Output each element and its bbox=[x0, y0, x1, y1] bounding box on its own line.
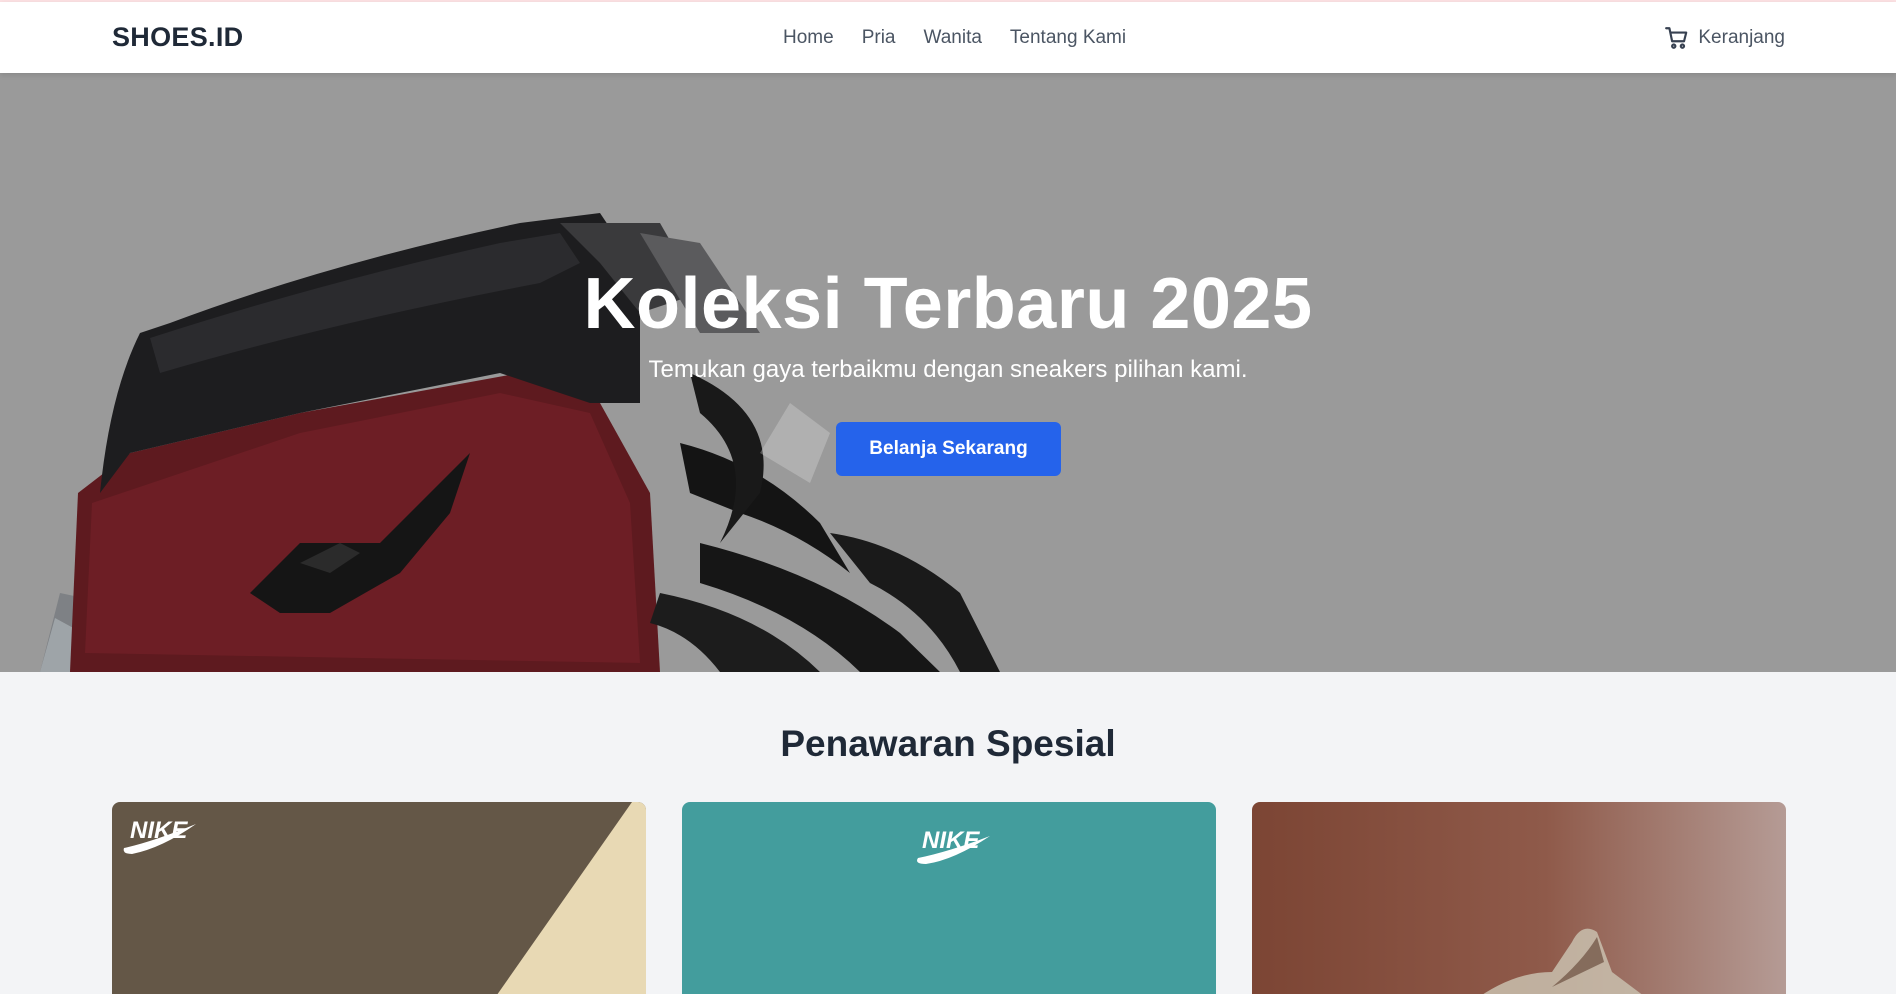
cart-icon bbox=[1665, 27, 1688, 49]
hero-banner: Koleksi Terbaru 2025 Temukan gaya terbai… bbox=[0, 73, 1896, 672]
offer-card-1-image: NIKE bbox=[123, 802, 646, 994]
cart-button[interactable]: Keranjang bbox=[1664, 25, 1785, 51]
site-header: SHOES.ID Home Pria Wanita Tentang Kami K… bbox=[0, 2, 1896, 73]
nav-home[interactable]: Home bbox=[783, 27, 834, 49]
hero-content: Koleksi Terbaru 2025 Temukan gaya terbai… bbox=[0, 73, 1896, 672]
offer-card-3[interactable] bbox=[1252, 802, 1786, 994]
hero-title: Koleksi Terbaru 2025 bbox=[583, 264, 1313, 344]
cart-label: Keranjang bbox=[1698, 27, 1785, 48]
offer-card-1[interactable]: NIKE bbox=[112, 802, 646, 994]
special-offers-title: Penawaran Spesial bbox=[780, 723, 1116, 764]
nav-wanita[interactable]: Wanita bbox=[923, 27, 981, 49]
offer-card-2[interactable]: NIKE bbox=[682, 802, 1216, 994]
site-logo[interactable]: SHOES.ID bbox=[112, 22, 243, 53]
nav-pria[interactable]: Pria bbox=[862, 27, 896, 49]
shop-now-button[interactable]: Belanja Sekarang bbox=[836, 422, 1061, 476]
offer-card-3-image bbox=[1483, 928, 1642, 994]
offer-card-2-image: NIKE bbox=[917, 827, 990, 864]
hero-subtitle: Temukan gaya terbaikmu dengan sneakers p… bbox=[648, 356, 1248, 383]
main-nav: Home Pria Wanita Tentang Kami bbox=[783, 27, 1126, 49]
nav-tentang-kami[interactable]: Tentang Kami bbox=[1010, 27, 1126, 49]
